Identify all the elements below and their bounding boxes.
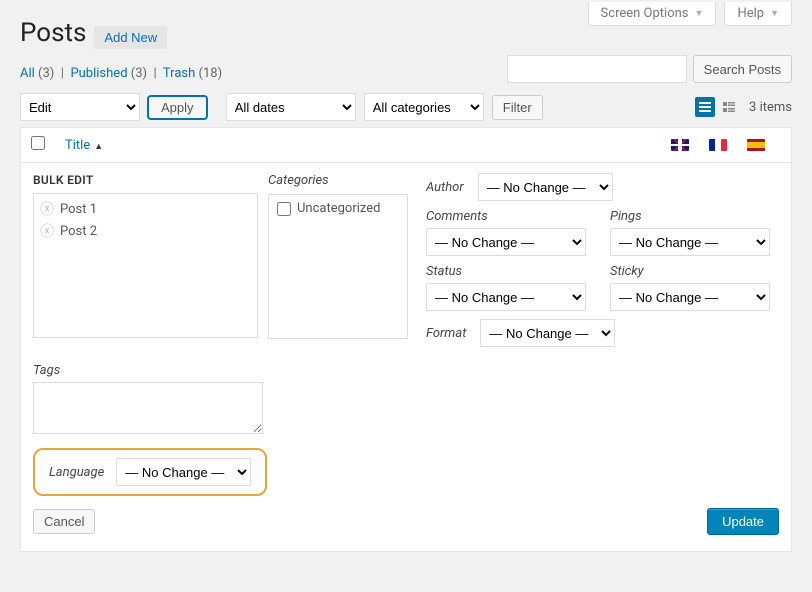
format-label: Format	[426, 326, 466, 341]
filter-published[interactable]: Published	[70, 66, 127, 81]
flag-en-icon[interactable]	[671, 139, 689, 151]
search-posts-button[interactable]: Search Posts	[693, 55, 792, 83]
date-filter-select[interactable]: All dates	[226, 93, 356, 121]
pings-label: Pings	[610, 209, 770, 224]
sticky-label: Sticky	[610, 264, 770, 279]
author-select[interactable]: — No Change —	[478, 173, 613, 201]
remove-icon[interactable]: ⓧ	[40, 199, 54, 219]
add-new-button[interactable]: Add New	[94, 26, 167, 49]
bulk-post-label: Post 1	[60, 202, 97, 217]
cancel-button[interactable]: Cancel	[33, 509, 95, 534]
filter-all[interactable]: All	[20, 66, 35, 81]
search-input[interactable]	[507, 55, 687, 83]
tags-label: Tags	[33, 363, 779, 378]
list-item: ⓧ Post 1	[40, 198, 251, 220]
screen-options-tab[interactable]: Screen Options	[588, 2, 717, 26]
apply-button[interactable]: Apply	[148, 96, 207, 119]
page-title: Posts	[20, 18, 86, 48]
items-count: 3 items	[749, 100, 792, 115]
filter-trash-count: (18)	[199, 66, 223, 81]
update-button[interactable]: Update	[707, 508, 779, 535]
category-option-label: Uncategorized	[297, 201, 380, 216]
category-checkbox[interactable]	[277, 202, 291, 216]
flag-es-icon[interactable]	[747, 139, 765, 151]
category-filter-select[interactable]: All categories	[364, 93, 484, 121]
bulk-posts-listbox[interactable]: ⓧ Post 1 ⓧ Post 2	[33, 193, 258, 338]
filter-all-count: (3)	[38, 66, 54, 81]
posts-table: Title BULK EDIT ⓧ Po	[20, 127, 792, 552]
bulk-action-select[interactable]: Edit	[20, 93, 140, 121]
view-list-icon[interactable]	[695, 97, 715, 117]
category-option: Uncategorized	[277, 201, 399, 216]
select-all-checkbox[interactable]	[31, 136, 45, 150]
language-label: Language	[49, 465, 104, 480]
format-select[interactable]: — No Change —	[480, 319, 615, 347]
categories-label: Categories	[268, 173, 408, 188]
comments-select[interactable]: — No Change —	[426, 228, 586, 256]
language-select[interactable]: — No Change —	[116, 458, 251, 486]
comments-label: Comments	[426, 209, 586, 224]
flag-fr-icon[interactable]	[709, 139, 727, 151]
remove-icon[interactable]: ⓧ	[40, 221, 54, 241]
filter-published-count: (3)	[131, 66, 147, 81]
list-item: ⓧ Post 2	[40, 220, 251, 242]
help-label: Help	[737, 6, 764, 21]
filter-button[interactable]: Filter	[492, 95, 543, 120]
bulk-edit-heading: BULK EDIT	[33, 173, 258, 187]
sticky-select[interactable]: — No Change —	[610, 283, 770, 311]
tags-input[interactable]	[33, 382, 263, 434]
status-label: Status	[426, 264, 586, 279]
column-title[interactable]: Title	[65, 138, 103, 153]
bulk-edit-panel: BULK EDIT ⓧ Post 1 ⓧ Post 2	[21, 163, 791, 551]
author-label: Author	[426, 180, 464, 195]
help-tab[interactable]: Help	[724, 2, 792, 26]
view-excerpt-icon[interactable]	[719, 97, 739, 117]
pings-select[interactable]: — No Change —	[610, 228, 770, 256]
status-select[interactable]: — No Change —	[426, 283, 586, 311]
screen-options-label: Screen Options	[601, 6, 689, 21]
bulk-post-label: Post 2	[60, 224, 97, 239]
categories-listbox[interactable]: Uncategorized	[268, 194, 408, 339]
filter-trash[interactable]: Trash	[163, 66, 195, 81]
language-highlight: Language — No Change —	[33, 448, 267, 496]
